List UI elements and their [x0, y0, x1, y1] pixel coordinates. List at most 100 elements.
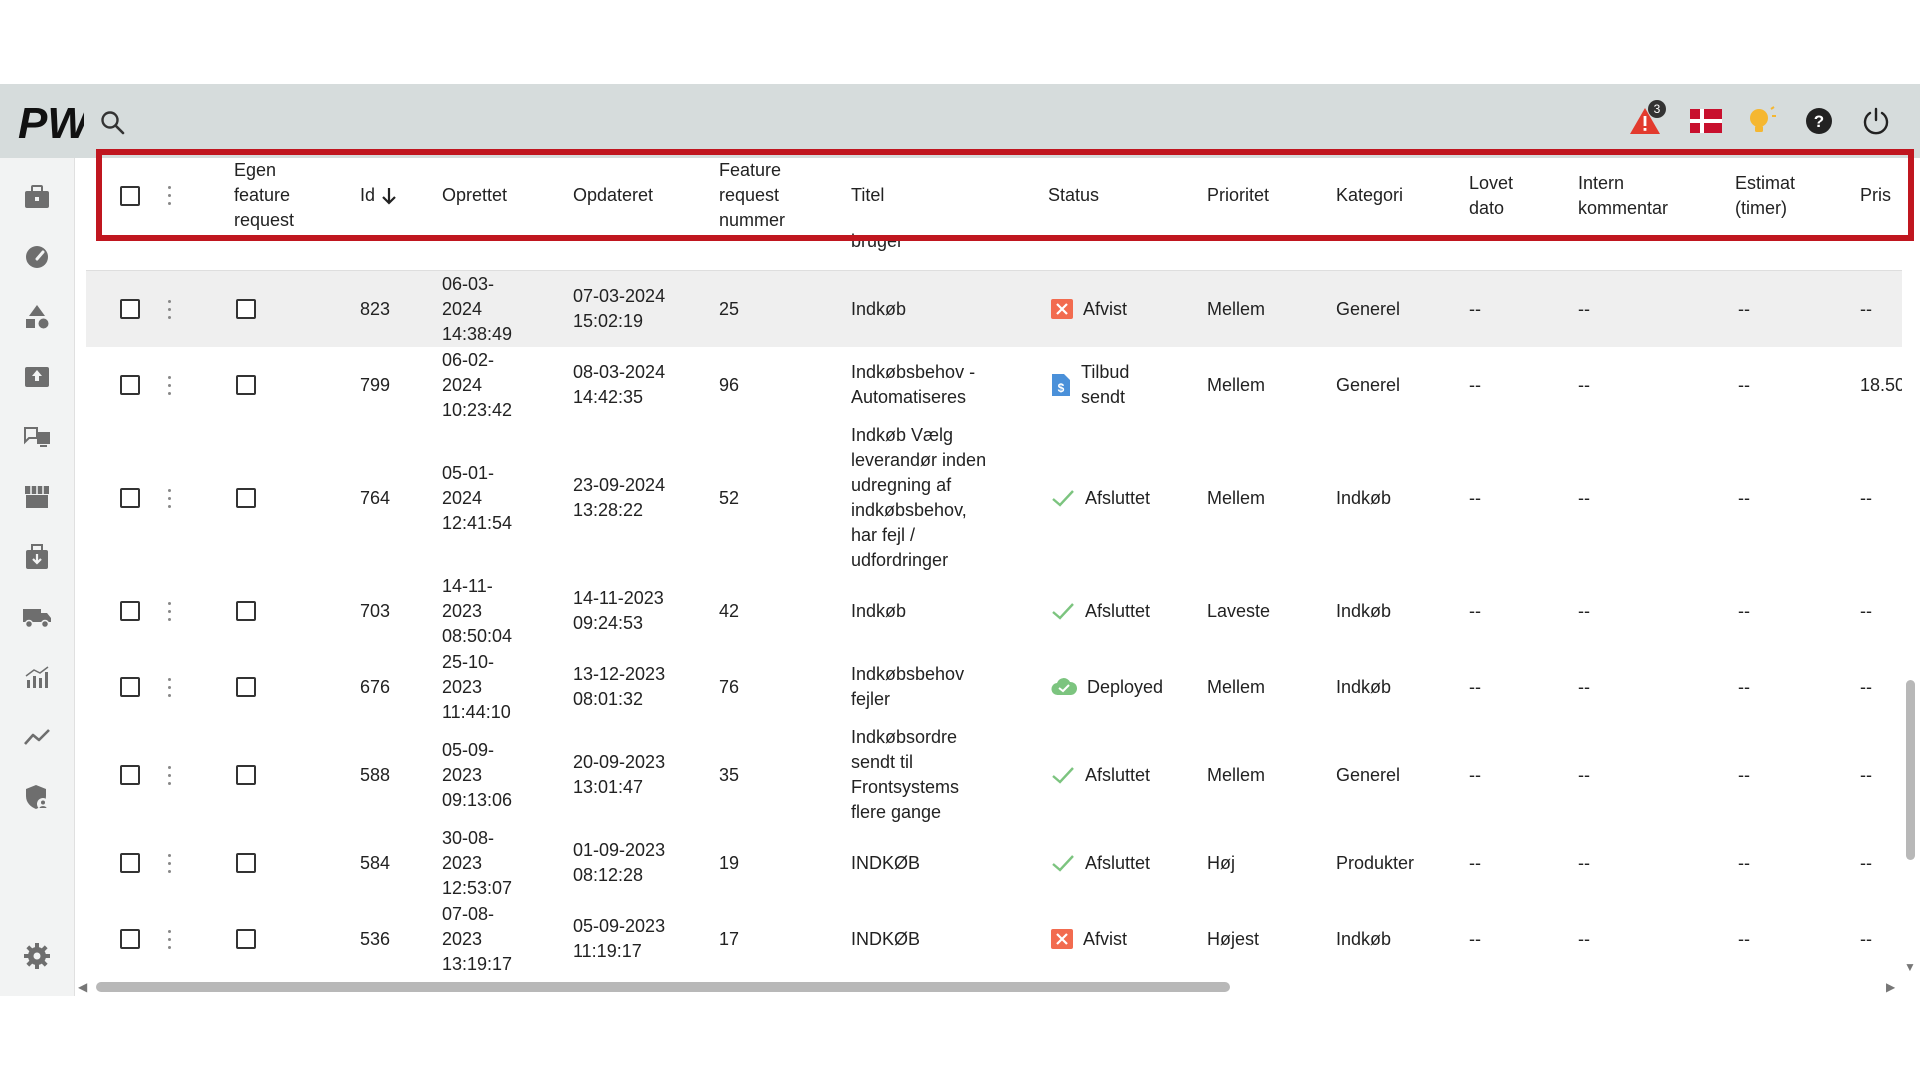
header-status[interactable]: Status — [1048, 158, 1099, 233]
row-select-checkbox[interactable] — [120, 375, 140, 395]
search-icon[interactable] — [96, 106, 130, 140]
sort-arrow-down-icon[interactable] — [381, 187, 397, 205]
scroll-right-arrow-icon[interactable]: ▶ — [1886, 980, 1895, 994]
cell-opdateret: 14-11-2023 09:24:53 — [573, 588, 664, 633]
table-row[interactable]: 764 05-01- 2024 12:41:54 23-09-2024 13:28:22 5… — [86, 423, 1902, 574]
help-icon[interactable]: ? — [1798, 100, 1840, 142]
row-menu-icon[interactable] — [168, 929, 172, 949]
truck-icon[interactable] — [18, 598, 56, 636]
cell-titel[interactable]: Indkøb Vælg leverandør inden udregning af i… — [851, 423, 986, 573]
header-estimat-timer[interactable]: Estimat (timer) — [1735, 158, 1795, 233]
egen-feature-request-checkbox[interactable] — [236, 765, 256, 785]
egen-feature-request-checkbox[interactable] — [236, 375, 256, 395]
header-egen-feature-request[interactable]: Egen feature request — [234, 158, 294, 233]
row-menu-icon[interactable] — [168, 488, 172, 508]
row-select-checkbox[interactable] — [120, 601, 140, 621]
cell-titel[interactable]: Indkøb — [851, 573, 906, 649]
header-prioritet[interactable]: Prioritet — [1207, 158, 1269, 233]
table-row[interactable]: 536 07-08- 2023 13:19:17 05-09-2023 11:19:17 1… — [86, 901, 1902, 976]
header-oprettet[interactable]: Oprettet — [442, 158, 507, 233]
cell-titel[interactable]: INDKØB — [851, 901, 920, 976]
table-row[interactable]: 588 05-09- 2023 09:13:06 20-09-2023 13:01:47 3… — [86, 725, 1902, 826]
header-lovet-dato[interactable]: Lovet dato — [1469, 158, 1513, 233]
header-pris[interactable]: Pris — [1860, 158, 1891, 233]
row-select-checkbox[interactable] — [120, 929, 140, 949]
row-menu-icon[interactable] — [168, 375, 172, 395]
settings-gear-icon[interactable] — [18, 937, 56, 975]
row-select-checkbox[interactable] — [120, 765, 140, 785]
table-row[interactable]: 584 30-08- 2023 12:53:07 01-09-2023 08:12:28 1… — [86, 825, 1902, 902]
dashboard-gauge-icon[interactable] — [18, 238, 56, 276]
cell-kategori: Indkøb — [1336, 676, 1392, 697]
checkmark-icon — [1051, 853, 1075, 873]
cell-oprettet: 30-08- 2023 12:53:07 — [442, 827, 513, 898]
header-titel[interactable]: Titel — [851, 158, 884, 233]
table-row-partial[interactable]: bruger — [86, 233, 1902, 271]
row-select-checkbox[interactable] — [120, 677, 140, 697]
cell-titel[interactable]: INDKØB — [851, 825, 920, 901]
row-menu-icon[interactable] — [168, 853, 172, 873]
scroll-left-arrow-icon[interactable]: ◀ — [78, 980, 87, 994]
egen-feature-request-checkbox[interactable] — [236, 601, 256, 621]
alert-icon[interactable]: 3 — [1624, 100, 1666, 142]
header-opdateret[interactable]: Opdateret — [573, 158, 653, 233]
cell-estimat: -- — [1738, 852, 1750, 873]
lightbulb-icon[interactable] — [1740, 100, 1782, 142]
header-intern-kommentar[interactable]: Intern kommentar — [1578, 158, 1668, 233]
cell-estimat: -- — [1738, 928, 1750, 949]
table-row[interactable]: 676 25-10- 2023 11:44:10 13-12-2023 08:01:32 7… — [86, 649, 1902, 726]
chat-screen-icon[interactable] — [18, 418, 56, 456]
cell-prioritet: Mellem — [1207, 374, 1266, 395]
row-select-checkbox[interactable] — [120, 488, 140, 508]
cell-id: 799 — [360, 374, 391, 395]
cell-fr-nummer: 17 — [719, 928, 740, 949]
cell-titel[interactable]: Indkøbsbehov - Automatiseres — [851, 347, 975, 423]
egen-feature-request-checkbox[interactable] — [236, 929, 256, 949]
header-id[interactable]: Id — [360, 158, 397, 233]
row-menu-icon[interactable] — [168, 765, 172, 785]
cell-prioritet: Høj — [1207, 852, 1235, 873]
row-menu-icon[interactable] — [168, 299, 172, 319]
egen-feature-request-checkbox[interactable] — [236, 488, 256, 508]
download-bag-icon[interactable] — [18, 538, 56, 576]
row-menu-icon[interactable] — [168, 601, 172, 621]
power-icon[interactable] — [1855, 100, 1897, 142]
trend-line-icon[interactable] — [18, 718, 56, 756]
header-feature-request-nummer[interactable]: Feature request nummer — [719, 158, 785, 233]
cell-titel[interactable]: Indkøbsordre sendt til Frontsystems flere g… — [851, 725, 959, 825]
shield-user-icon[interactable] — [18, 778, 56, 816]
cell-id: 588 — [360, 764, 391, 785]
row-menu-icon[interactable] — [168, 677, 172, 697]
briefcase-icon[interactable] — [18, 178, 56, 216]
vertical-scrollbar-thumb[interactable] — [1906, 680, 1915, 860]
select-all-checkbox[interactable] — [120, 185, 140, 206]
cell-kategori: Indkøb — [1336, 928, 1392, 949]
cell-kategori: Generel — [1336, 298, 1401, 319]
pw-logo[interactable]: PW — [18, 99, 92, 148]
cell-titel[interactable]: Indkøbsbehov fejler — [851, 649, 964, 725]
horizontal-scrollbar-thumb[interactable] — [96, 982, 1230, 992]
cell-id: 703 — [360, 600, 391, 621]
store-icon[interactable] — [18, 478, 56, 516]
egen-feature-request-checkbox[interactable] — [236, 853, 256, 873]
cell-status: Afvist — [1051, 901, 1127, 976]
egen-feature-request-checkbox[interactable] — [236, 677, 256, 697]
table-row[interactable]: 703 14-11- 2023 08:50:04 14-11-2023 09:24:53 4… — [86, 573, 1902, 650]
cell-opdateret: 05-09-2023 11:19:17 — [573, 916, 666, 961]
bar-chart-icon[interactable] — [18, 658, 56, 696]
scroll-down-arrow-icon[interactable]: ▼ — [1904, 960, 1916, 974]
danish-flag-icon[interactable] — [1685, 100, 1727, 142]
cell-status: Afvist — [1051, 271, 1127, 347]
header-kategori[interactable]: Kategori — [1336, 158, 1403, 233]
table-row[interactable]: 799 06-02- 2024 10:23:42 08-03-2024 14:42:35 9… — [86, 347, 1902, 424]
row-select-checkbox[interactable] — [120, 299, 140, 319]
upload-tray-icon[interactable] — [18, 358, 56, 396]
shapes-icon[interactable] — [18, 298, 56, 336]
table-row[interactable]: 823 06-03- 2024 14:38:49 07-03-2024 15:02:19 2… — [86, 271, 1902, 348]
cell-pris: -- — [1860, 298, 1872, 319]
cell-status: Afsluttet — [1051, 573, 1150, 649]
egen-feature-request-checkbox[interactable] — [236, 299, 256, 319]
row-select-checkbox[interactable] — [120, 853, 140, 873]
column-menu-icon[interactable] — [168, 186, 172, 205]
cell-titel[interactable]: Indkøb — [851, 271, 906, 347]
